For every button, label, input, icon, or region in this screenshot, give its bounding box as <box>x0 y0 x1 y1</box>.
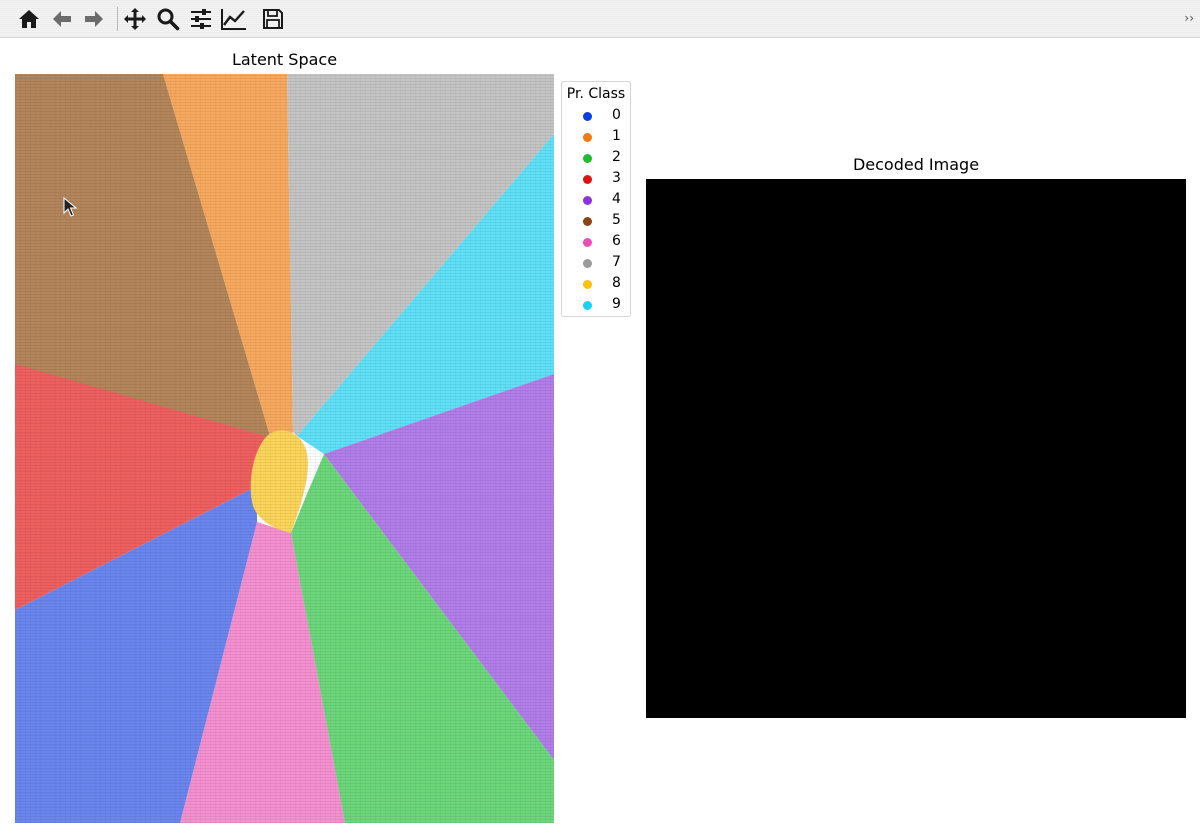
legend-label: 5 <box>612 212 621 228</box>
home-icon[interactable] <box>15 5 43 33</box>
matplotlib-toolbar: ›› <box>0 0 1200 38</box>
legend-marker <box>583 112 592 121</box>
legend-item-4: 4 <box>562 190 630 210</box>
legend-label: 8 <box>612 275 621 291</box>
toolbar-separator <box>117 7 118 31</box>
legend-marker <box>583 259 592 268</box>
legend-item-0: 0 <box>562 106 630 126</box>
figure-canvas: Latent Space Pr. Class 0 1 2 3 4 5 6 7 8 9… <box>0 38 1200 838</box>
legend-item-8: 8 <box>562 274 630 294</box>
decoded-image <box>646 179 1186 718</box>
legend-label: 3 <box>612 170 621 186</box>
legend-marker <box>583 133 592 142</box>
legend-marker <box>583 217 592 226</box>
legend-label: 2 <box>612 149 621 165</box>
legend-label: 0 <box>612 107 621 123</box>
legend-marker <box>583 154 592 163</box>
forward-icon[interactable] <box>80 5 108 33</box>
legend-item-7: 7 <box>562 253 630 273</box>
legend-label: 1 <box>612 128 621 144</box>
legend-item-9: 9 <box>562 295 630 315</box>
legend-item-3: 3 <box>562 169 630 189</box>
legend-item-1: 1 <box>562 127 630 147</box>
zoom-icon[interactable] <box>154 5 182 33</box>
legend: Pr. Class 0 1 2 3 4 5 6 7 8 9 <box>561 81 631 317</box>
legend-title: Pr. Class <box>566 86 626 102</box>
save-icon[interactable] <box>259 5 287 33</box>
legend-marker <box>583 175 592 184</box>
legend-marker <box>583 196 592 205</box>
back-icon[interactable] <box>48 5 76 33</box>
legend-marker <box>583 238 592 247</box>
customize-icon[interactable] <box>220 5 248 33</box>
pan-icon[interactable] <box>121 5 149 33</box>
legend-label: 9 <box>612 296 621 312</box>
subplots-icon[interactable] <box>187 5 215 33</box>
legend-label: 4 <box>612 191 621 207</box>
toolbar-overflow-button[interactable]: ›› <box>1184 11 1194 25</box>
legend-label: 7 <box>612 254 621 270</box>
decoded-image-title: Decoded Image <box>852 155 980 174</box>
legend-item-2: 2 <box>562 148 630 168</box>
latent-space-title: Latent Space <box>231 50 338 69</box>
legend-label: 6 <box>612 233 621 249</box>
legend-marker <box>583 280 592 289</box>
legend-item-6: 6 <box>562 232 630 252</box>
latent-space-plot[interactable] <box>15 74 554 823</box>
legend-marker <box>583 301 592 310</box>
legend-item-5: 5 <box>562 211 630 231</box>
